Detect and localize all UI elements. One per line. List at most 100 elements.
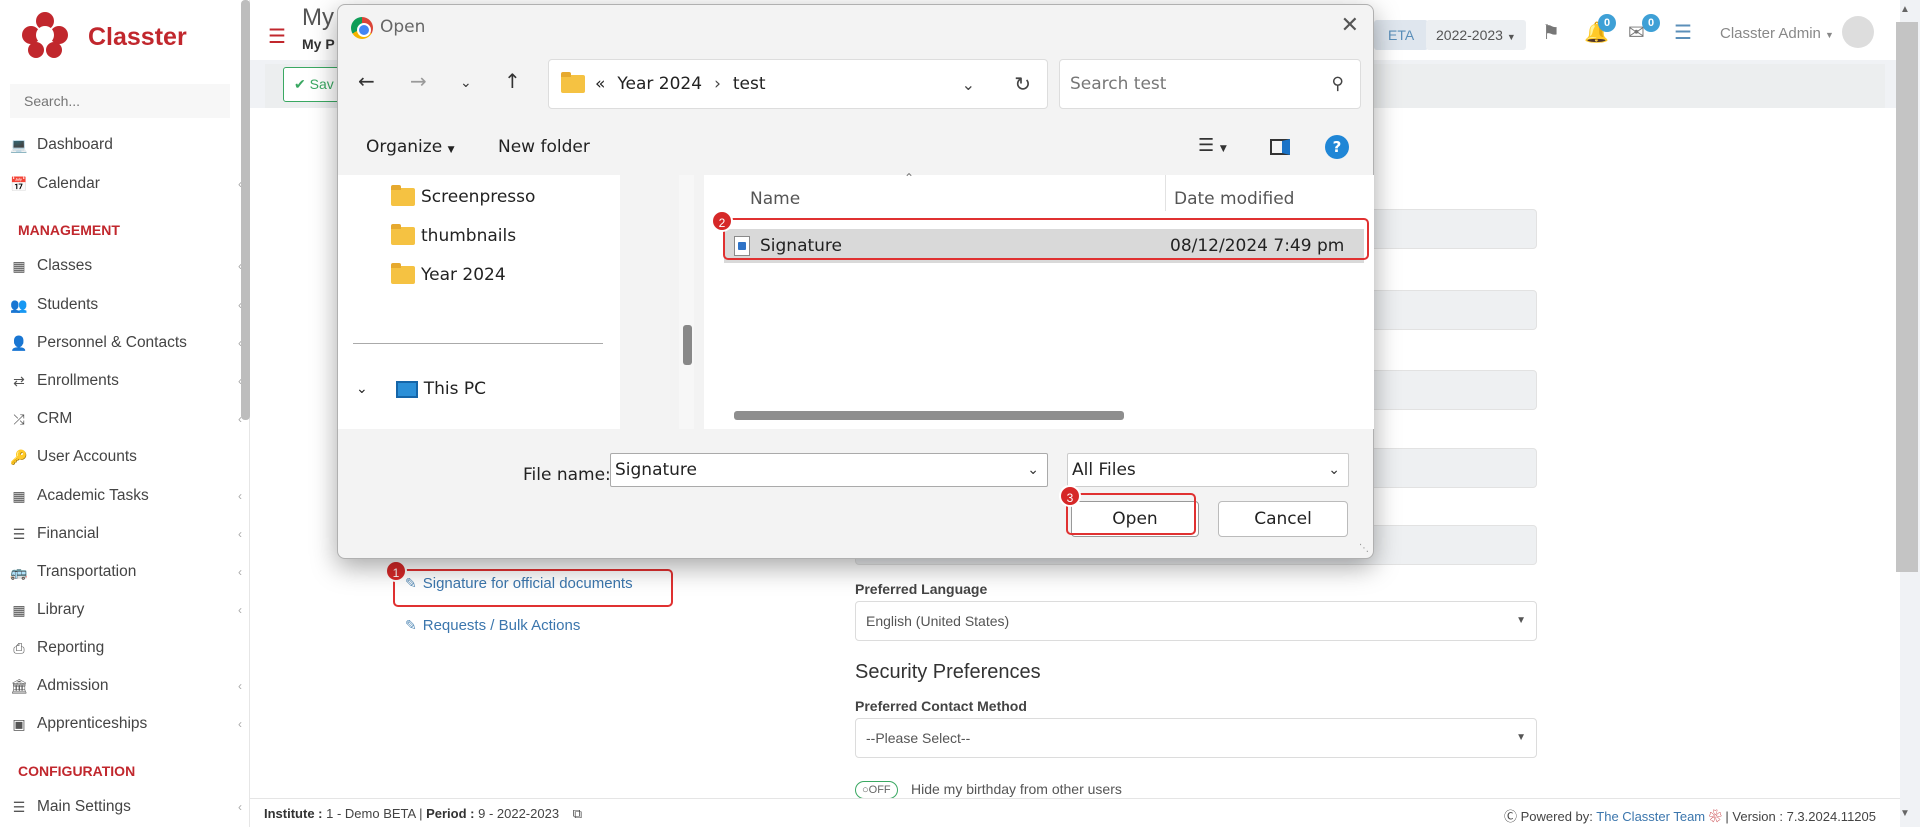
sidebar-item-students[interactable]: 👥 Students ‹ bbox=[10, 291, 242, 319]
sidebar-item-dashboard[interactable]: 💻 Dashboard bbox=[10, 131, 242, 159]
chevron-down-icon[interactable]: ⌄ bbox=[356, 381, 368, 397]
personnel-icon: 👤 bbox=[10, 334, 28, 351]
breadcrumb-year-2024[interactable]: Year 2024 bbox=[617, 74, 702, 94]
computer-icon bbox=[395, 380, 418, 398]
key-icon: 🔑 bbox=[10, 448, 28, 465]
contact-method-label: Preferred Contact Method bbox=[855, 698, 1027, 714]
birthday-toggle[interactable]: ○OFF bbox=[855, 781, 898, 799]
save-label: Sav bbox=[309, 76, 334, 92]
sidebar-item-classes[interactable]: ▦ Classes ‹ bbox=[10, 252, 242, 280]
sidebar-search-input[interactable] bbox=[10, 84, 230, 118]
file-name-input[interactable]: Signature ⌄ bbox=[610, 453, 1048, 487]
sidebar-item-label: Students bbox=[37, 296, 99, 313]
help-icon[interactable]: ? bbox=[1325, 135, 1349, 159]
sidebar-item-admission[interactable]: 🏛 Admission ‹ bbox=[10, 672, 242, 700]
chevron-right-icon: › bbox=[714, 74, 721, 94]
sidebar-item-label: Personnel & Contacts bbox=[37, 334, 187, 351]
preferred-language-select[interactable]: English (United States) ▼ bbox=[855, 601, 1537, 641]
search-icon: ⚲ bbox=[1331, 74, 1344, 94]
sidebar-item-user-accounts[interactable]: 🔑 User Accounts bbox=[10, 443, 242, 471]
annotation-box bbox=[723, 218, 1369, 260]
column-header-date[interactable]: Date modified bbox=[1174, 189, 1294, 209]
hamburger-menu-icon[interactable]: ☰ bbox=[268, 24, 286, 49]
column-header-name[interactable]: Name bbox=[750, 189, 800, 209]
chevron-down-icon[interactable]: ⌄ bbox=[962, 75, 975, 94]
sidebar-scrollbar[interactable] bbox=[241, 0, 250, 420]
nav-this-pc[interactable]: ⌄ This PC bbox=[356, 379, 486, 399]
dialog-search-input[interactable]: Search test ⚲ bbox=[1059, 59, 1361, 109]
footer-period-value: 9 - 2022-2023 bbox=[478, 806, 560, 821]
refresh-icon[interactable]: ↻ bbox=[1014, 72, 1031, 96]
classter-team-link[interactable]: The Classter Team bbox=[1596, 809, 1705, 824]
file-type-select[interactable]: All Files ⌄ bbox=[1067, 453, 1349, 487]
new-folder-button[interactable]: New folder bbox=[498, 137, 590, 157]
flag-icon[interactable]: ⚑ bbox=[1542, 20, 1560, 45]
sidebar-item-personnel[interactable]: 👤 Personnel & Contacts ‹ bbox=[10, 329, 242, 357]
dialog-titlebar[interactable]: Open ✕ bbox=[338, 5, 1373, 49]
institution-icon: 🏛 bbox=[10, 677, 28, 694]
cancel-button[interactable]: Cancel bbox=[1218, 501, 1348, 537]
horizontal-scrollbar[interactable] bbox=[734, 411, 1124, 420]
institute-pill[interactable]: ETA bbox=[1374, 20, 1429, 50]
scroll-down-icon[interactable]: ▼ bbox=[1900, 808, 1910, 819]
sidebar: Classter 💻 Dashboard 📅 Calendar ‹ MANAGE… bbox=[0, 0, 250, 827]
sidebar-item-crm[interactable]: ⤮ CRM ‹ bbox=[10, 405, 242, 433]
address-bar[interactable]: « Year 2024 › test ⌄ ↻ bbox=[548, 59, 1048, 109]
up-arrow-icon[interactable]: ↑ bbox=[504, 69, 521, 93]
nav-scrollbar[interactable] bbox=[683, 325, 692, 365]
folder-icon bbox=[391, 185, 415, 206]
crm-icon: ⤮ bbox=[13, 410, 25, 427]
close-icon[interactable]: ✕ bbox=[1341, 13, 1359, 38]
file-type-value: All Files bbox=[1072, 460, 1136, 480]
sidebar-item-academic-tasks[interactable]: ▦ Academic Tasks ‹ bbox=[10, 482, 242, 510]
caret-down-icon: ▼ bbox=[1516, 732, 1526, 743]
sidebar-item-main-settings[interactable]: ☰ Main Settings ‹ bbox=[10, 793, 242, 821]
check-icon: ✔ bbox=[294, 76, 306, 92]
resize-grip-icon[interactable]: ⋱ bbox=[1359, 543, 1369, 554]
page-scrollbar[interactable] bbox=[1896, 22, 1918, 572]
breadcrumb-overflow[interactable]: « bbox=[595, 74, 605, 94]
requests-link[interactable]: ✎ Requests / Bulk Actions bbox=[405, 617, 580, 634]
recent-locations-chevron-icon[interactable]: ⌄ bbox=[460, 75, 472, 91]
column-divider[interactable] bbox=[1165, 175, 1166, 211]
footer-period-label: Period : bbox=[426, 806, 475, 821]
layers-plus-icon[interactable]: ☰ bbox=[1674, 20, 1692, 45]
sidebar-item-calendar[interactable]: 📅 Calendar ‹ bbox=[10, 170, 242, 198]
sort-ascending-icon: ⌃ bbox=[904, 171, 915, 185]
nav-scroll-track[interactable] bbox=[679, 175, 694, 429]
sidebar-item-apprenticeships[interactable]: ▣ Apprenticeships ‹ bbox=[10, 710, 242, 738]
nav-folder-thumbnails[interactable]: thumbnails bbox=[391, 224, 516, 246]
caret-down-icon: ▼ bbox=[447, 145, 455, 155]
organize-menu[interactable]: Organize ▼ bbox=[366, 137, 455, 157]
copy-icon[interactable]: ⧉ bbox=[573, 806, 582, 821]
chevron-down-icon[interactable]: ⌄ bbox=[1027, 454, 1039, 486]
bulk-actions-icon: ✎ bbox=[405, 617, 417, 633]
brand-logo[interactable]: Classter bbox=[22, 12, 187, 62]
security-preferences-title: Security Preferences bbox=[855, 661, 1041, 683]
breadcrumb-test[interactable]: test bbox=[733, 74, 766, 94]
preview-pane-icon[interactable] bbox=[1270, 139, 1290, 155]
sidebar-item-reporting[interactable]: ⎙ Reporting bbox=[10, 634, 242, 662]
user-menu[interactable]: Classter Admin ▼ bbox=[1720, 25, 1834, 42]
copyright-icon: Ⓒ bbox=[1503, 809, 1517, 824]
nav-folder-label: Screenpresso bbox=[421, 187, 536, 207]
avatar[interactable] bbox=[1842, 16, 1874, 48]
caret-down-icon: ▼ bbox=[1506, 32, 1516, 42]
chevron-left-icon: ‹ bbox=[238, 565, 242, 579]
view-options-icon[interactable]: ☰ ▼ bbox=[1198, 135, 1227, 156]
nav-folder-year-2024[interactable]: Year 2024 bbox=[391, 263, 506, 285]
toggle-state: OFF bbox=[868, 784, 891, 796]
sidebar-item-library[interactable]: ▦ Library ‹ bbox=[10, 596, 242, 624]
contact-method-select[interactable]: --Please Select-- ▼ bbox=[855, 718, 1537, 758]
back-arrow-icon[interactable]: ← bbox=[358, 69, 375, 93]
nav-folder-screenpresso[interactable]: Screenpresso bbox=[391, 185, 536, 207]
sidebar-item-transportation[interactable]: 🚌 Transportation ‹ bbox=[10, 558, 242, 586]
this-pc-label: This PC bbox=[423, 379, 486, 399]
file-name-value: Signature bbox=[615, 460, 698, 480]
sidebar-item-financial[interactable]: ☰ Financial ‹ bbox=[10, 520, 242, 548]
period-selector[interactable]: 2022-2023 ▼ bbox=[1426, 20, 1526, 50]
forward-arrow-icon[interactable]: → bbox=[410, 69, 427, 93]
section-configuration: CONFIGURATION bbox=[18, 763, 136, 779]
scroll-up-icon[interactable]: ▲ bbox=[1900, 4, 1910, 15]
sidebar-item-enrollments[interactable]: ⇄ Enrollments ‹ bbox=[10, 367, 242, 395]
